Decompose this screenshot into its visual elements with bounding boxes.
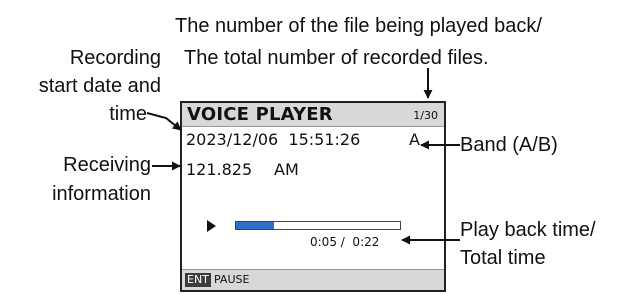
recording-start-arrow xyxy=(146,112,182,131)
callout-arrows xyxy=(146,68,460,245)
